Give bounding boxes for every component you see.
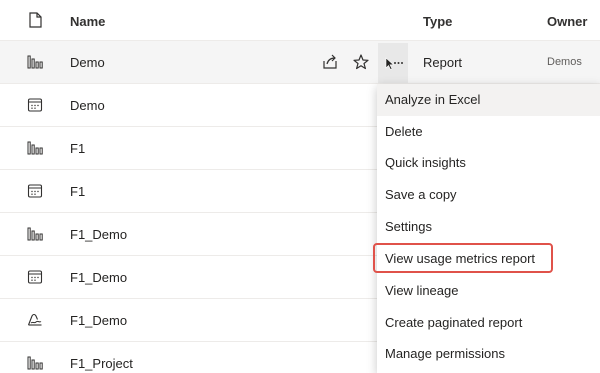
more-options-button[interactable] xyxy=(378,43,408,83)
item-name[interactable]: F1 xyxy=(70,141,85,156)
menu-item-settings[interactable]: Settings xyxy=(377,211,600,243)
bar-chart-icon xyxy=(27,227,43,241)
bar-chart-icon xyxy=(27,55,43,69)
item-name[interactable]: F1_Demo xyxy=(70,227,127,242)
more-options-icon xyxy=(385,57,403,70)
item-owner: Demos xyxy=(547,56,582,68)
file-icon xyxy=(29,12,42,28)
item-name[interactable]: F1_Demo xyxy=(70,270,127,285)
item-name[interactable]: F1_Project xyxy=(70,356,133,371)
bar-chart-icon xyxy=(27,356,43,370)
menu-item-view-lineage[interactable]: View lineage xyxy=(377,275,600,307)
share-icon[interactable] xyxy=(321,53,339,71)
table-row[interactable]: Demo Report Demos xyxy=(0,41,600,84)
context-menu: Analyze in Excel Delete Quick insights S… xyxy=(377,84,600,373)
dashboard-icon xyxy=(27,270,43,284)
item-name[interactable]: F1_Demo xyxy=(70,313,127,328)
bar-chart-icon xyxy=(27,141,43,155)
item-name[interactable]: F1 xyxy=(70,184,85,199)
menu-item-analyze-in-excel[interactable]: Analyze in Excel xyxy=(377,84,600,116)
item-name[interactable]: Demo xyxy=(70,98,105,113)
menu-item-delete[interactable]: Delete xyxy=(377,116,600,148)
highlight-box xyxy=(373,243,553,273)
column-header-type[interactable]: Type xyxy=(423,14,452,29)
dataset-icon xyxy=(27,313,42,326)
column-header-name[interactable]: Name xyxy=(70,14,105,29)
menu-item-save-a-copy[interactable]: Save a copy xyxy=(377,179,600,211)
list-header: Name Type Owner xyxy=(0,0,600,41)
column-header-owner[interactable]: Owner xyxy=(547,14,587,29)
menu-item-manage-permissions[interactable]: Manage permissions xyxy=(377,338,600,370)
item-type: Report xyxy=(423,55,463,70)
item-name[interactable]: Demo xyxy=(70,55,105,70)
dashboard-icon xyxy=(27,98,43,112)
menu-item-create-paginated-report[interactable]: Create paginated report xyxy=(377,307,600,339)
menu-item-quick-insights[interactable]: Quick insights xyxy=(377,147,600,179)
dashboard-icon xyxy=(27,184,43,198)
star-icon[interactable] xyxy=(352,53,370,71)
